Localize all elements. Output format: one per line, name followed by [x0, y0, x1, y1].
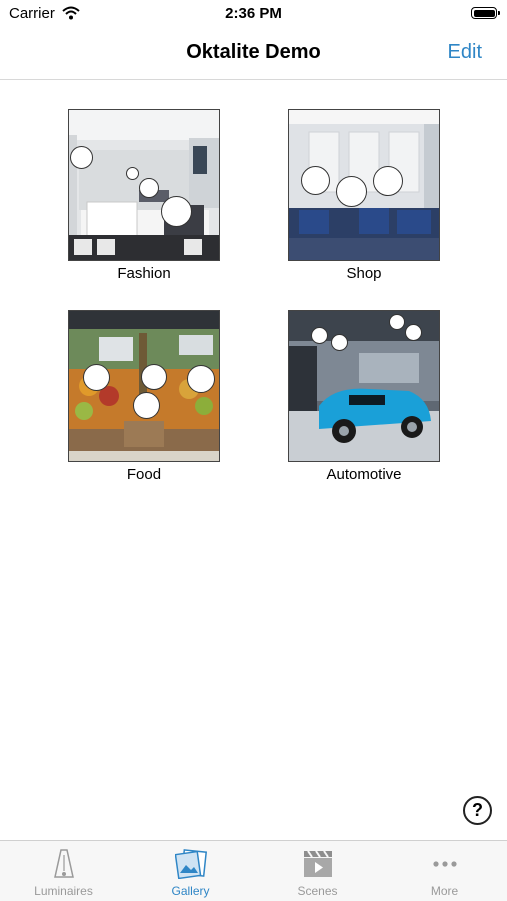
food-thumbnail[interactable]: [68, 310, 220, 462]
tab-bar: Luminaires Gallery Scenes More: [0, 840, 507, 901]
light-spot[interactable]: [126, 167, 139, 180]
gallery-item-label: Food: [126, 466, 162, 483]
light-spot[interactable]: [331, 334, 348, 351]
gallery-item-fashion[interactable]: Fashion: [68, 109, 220, 282]
help-button[interactable]: ?: [463, 796, 492, 825]
fashion-thumbnail[interactable]: [68, 109, 220, 261]
tab-more[interactable]: More: [381, 841, 507, 901]
more-dots-icon: [432, 849, 458, 884]
light-spot[interactable]: [133, 392, 160, 419]
tab-label: Gallery: [171, 884, 210, 898]
luminaire-icon: [53, 849, 75, 884]
light-spot[interactable]: [405, 324, 422, 341]
status-time: 2:36 PM: [225, 5, 282, 22]
tab-scenes[interactable]: Scenes: [254, 841, 381, 901]
gallery-item-shop[interactable]: Shop: [288, 109, 440, 282]
light-spot[interactable]: [83, 364, 110, 391]
light-spot[interactable]: [373, 166, 403, 196]
gallery-item-food[interactable]: Food: [68, 310, 220, 483]
battery-icon: [471, 7, 500, 19]
edit-button[interactable]: Edit: [448, 41, 482, 64]
tab-luminaires[interactable]: Luminaires: [0, 841, 127, 901]
light-spot[interactable]: [139, 178, 159, 198]
light-spot[interactable]: [187, 365, 215, 393]
gallery-item-automotive[interactable]: Automotive: [288, 310, 440, 483]
automotive-thumbnail[interactable]: [288, 310, 440, 462]
light-spot[interactable]: [389, 314, 405, 330]
tab-label: Luminaires: [34, 884, 93, 898]
gallery-item-label: Shop: [346, 265, 382, 282]
light-spot[interactable]: [70, 146, 93, 169]
gallery-icon: [174, 849, 207, 884]
light-spot[interactable]: [336, 176, 367, 207]
gallery-item-label: Automotive: [326, 466, 402, 483]
status-bar: Carrier 2:36 PM: [0, 0, 507, 28]
page-title: Oktalite Demo: [186, 41, 321, 63]
tab-gallery[interactable]: Gallery: [127, 841, 254, 901]
tab-label: Scenes: [297, 884, 338, 898]
light-spot[interactable]: [311, 327, 328, 344]
light-spot[interactable]: [161, 196, 192, 227]
gallery-item-label: Fashion: [117, 265, 171, 282]
clapperboard-icon: [302, 849, 334, 884]
shop-thumbnail[interactable]: [288, 109, 440, 261]
tab-label: More: [430, 884, 459, 898]
navigation-bar: Oktalite Demo Edit: [0, 28, 507, 80]
light-spot[interactable]: [301, 166, 330, 195]
light-spot[interactable]: [141, 364, 167, 390]
